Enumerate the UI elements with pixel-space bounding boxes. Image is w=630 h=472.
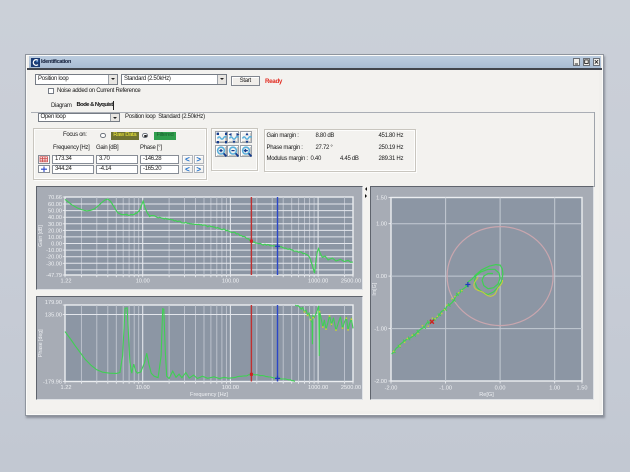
svg-text:Gain [dB]: Gain [dB] [38,225,44,247]
svg-text:-2.00: -2.00 [374,379,387,385]
svg-text:-179.96: -179.96 [43,380,62,386]
svg-text:70.66: 70.66 [48,195,62,201]
svg-text:100.00: 100.00 [222,279,239,285]
svg-text:10.00: 10.00 [136,279,150,285]
svg-text:1000.00: 1000.00 [308,385,328,391]
svg-text:Frequency [Hz]: Frequency [Hz] [190,392,228,398]
svg-text:100.00: 100.00 [222,385,239,391]
svg-text:10.00: 10.00 [48,235,62,241]
svg-text:1.00: 1.00 [376,222,387,228]
svg-text:20.00: 20.00 [48,228,62,234]
svg-text:60.00: 60.00 [48,202,62,208]
svg-text:0.00: 0.00 [495,386,506,392]
svg-text:10.00: 10.00 [136,385,150,391]
svg-text:-10.00: -10.00 [46,248,62,254]
svg-text:-1.00: -1.00 [439,386,452,392]
svg-text:179.90: 179.90 [45,300,62,306]
svg-text:40.00: 40.00 [48,215,62,221]
svg-text:0.00: 0.00 [376,274,387,280]
svg-text:135.00: 135.00 [45,313,62,319]
svg-text:50.00: 50.00 [48,209,62,215]
svg-text:Im[G]: Im[G] [372,282,378,295]
svg-text:-1.00: -1.00 [374,327,387,333]
svg-text:-2.00: -2.00 [385,386,398,392]
svg-text:30.00: 30.00 [48,222,62,228]
svg-text:1000.00: 1000.00 [308,279,328,285]
svg-text:-30.00: -30.00 [46,261,62,267]
svg-text:1.50: 1.50 [376,196,387,202]
svg-text:1.50: 1.50 [577,386,588,392]
svg-text:-20.00: -20.00 [46,255,62,261]
svg-text:Re[G]: Re[G] [479,392,494,398]
svg-text:1.22: 1.22 [61,385,72,391]
svg-text:0.00: 0.00 [51,242,62,248]
svg-text:2500.00: 2500.00 [341,385,361,391]
svg-text:Phase [deg]: Phase [deg] [38,329,44,357]
svg-text:1.22: 1.22 [61,279,72,285]
svg-text:2500.00: 2500.00 [341,279,361,285]
svg-text:1.00: 1.00 [549,386,560,392]
